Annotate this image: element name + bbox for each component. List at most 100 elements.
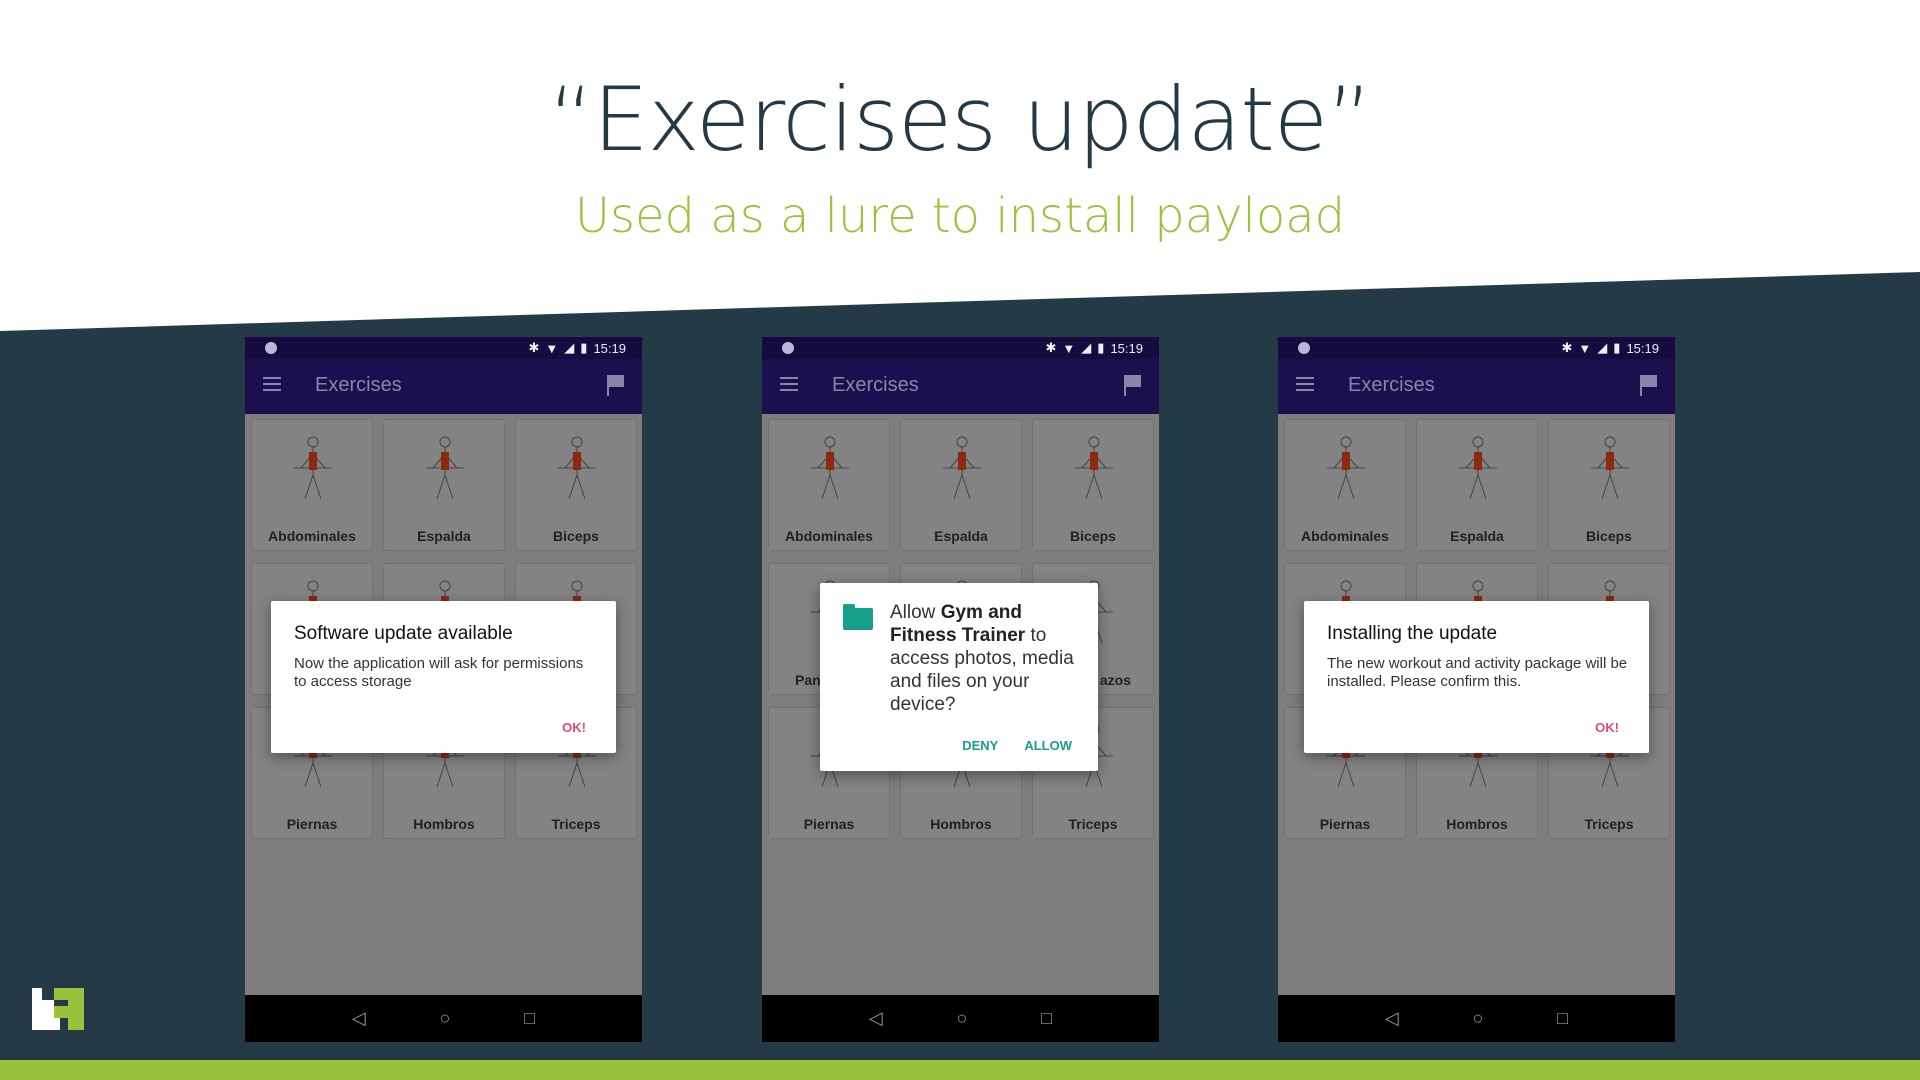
app-title: Exercises [1348, 374, 1435, 396]
exercise-tile-label: Piernas [1319, 816, 1371, 832]
notification-icon [265, 342, 277, 354]
exercise-tile-label: Piernas [803, 816, 855, 832]
exercise-illustration-icon [426, 436, 464, 500]
ad-flag-icon[interactable] [606, 373, 626, 397]
allow-button[interactable]: ALLOW [1024, 738, 1072, 753]
exercise-tile-label: Abdominales [785, 528, 873, 544]
bluetooth-icon: ✱ [1561, 340, 1573, 355]
exercise-tile-label: Hombros [413, 816, 475, 832]
bluetooth-icon: ✱ [1045, 340, 1057, 355]
ad-flag-icon[interactable] [1123, 373, 1143, 397]
home-icon[interactable]: ○ [1473, 1008, 1484, 1029]
phone-screenshot: ✱ ▼ ◢ ▮ 15:19 Exercises Abdominales Espalda Bi… [245, 337, 642, 1042]
exercise-tile[interactable]: Biceps [1548, 419, 1670, 551]
exercise-tile-label: Hombros [1446, 816, 1508, 832]
dialog-message: The new workout and activity package wil… [1327, 655, 1628, 690]
permission-text-pre: Allow [890, 602, 941, 623]
hamburger-menu-icon[interactable] [263, 377, 281, 391]
hamburger-menu-icon[interactable] [1296, 377, 1314, 391]
hamburger-menu-icon[interactable] [780, 377, 798, 391]
exercise-tile[interactable]: Espalda [383, 419, 505, 551]
bluetooth-icon: ✱ [528, 340, 540, 355]
green-footer-bar [0, 1060, 1920, 1080]
exercise-illustration-icon [1591, 436, 1629, 500]
back-icon[interactable]: ◁ [352, 1008, 366, 1029]
notification-icon [782, 342, 794, 354]
android-nav-bar: ◁ ○ □ [762, 995, 1159, 1042]
app-title: Exercises [315, 374, 402, 396]
folder-icon [843, 604, 873, 630]
dialog-title: Software update available [294, 623, 513, 644]
ok-button[interactable]: OK! [1595, 720, 1619, 735]
notification-icon [1298, 342, 1310, 354]
battery-icon: ▮ [1097, 340, 1105, 355]
exercise-illustration-icon [1075, 436, 1113, 500]
app-toolbar: Exercises [1278, 359, 1675, 414]
alert-dialog: Installing the update The new workout an… [1304, 601, 1649, 753]
exercise-tile[interactable]: Abdominales [251, 419, 373, 551]
exercise-tile-label: Biceps [1586, 528, 1632, 544]
home-icon[interactable]: ○ [440, 1008, 451, 1029]
exercise-tile-label: Triceps [1584, 816, 1634, 832]
back-icon[interactable]: ◁ [869, 1008, 883, 1029]
status-time: 15:19 [1626, 340, 1659, 356]
dialog-message: Now the application will ask for permiss… [294, 655, 584, 690]
wifi-icon: ▼ [545, 340, 559, 356]
android-nav-bar: ◁ ○ □ [1278, 995, 1675, 1042]
exercise-tile[interactable]: Espalda [1416, 419, 1538, 551]
status-bar: ✱ ▼ ◢ ▮ 15:19 [762, 337, 1159, 359]
status-bar: ✱ ▼ ◢ ▮ 15:19 [245, 337, 642, 359]
exercise-illustration-icon [1327, 436, 1365, 500]
exercise-tile-label: Biceps [553, 528, 599, 544]
exercise-illustration-icon [811, 436, 849, 500]
battery-icon: ▮ [1613, 340, 1621, 355]
app-toolbar: Exercises [245, 359, 642, 414]
exercise-tile-label: Triceps [551, 816, 601, 832]
signal-icon: ◢ [1597, 340, 1608, 355]
phone-screenshot: ✱ ▼ ◢ ▮ 15:19 Exercises Abdominales Espalda Bi… [762, 337, 1159, 1042]
deny-button[interactable]: DENY [962, 738, 998, 753]
home-icon[interactable]: ○ [957, 1008, 968, 1029]
slide-title: “Exercises update” [548, 68, 1372, 171]
wifi-icon: ▼ [1062, 340, 1076, 356]
status-time: 15:19 [593, 340, 626, 356]
signal-icon: ◢ [1081, 340, 1092, 355]
ok-button[interactable]: OK! [562, 720, 586, 735]
exercise-tile[interactable]: Abdominales [1284, 419, 1406, 551]
recents-icon[interactable]: □ [1557, 1008, 1568, 1029]
status-bar: ✱ ▼ ◢ ▮ 15:19 [1278, 337, 1675, 359]
ad-flag-icon[interactable] [1639, 373, 1659, 397]
company-logo [32, 988, 84, 1030]
app-toolbar: Exercises [762, 359, 1159, 414]
exercise-tile[interactable]: Abdominales [768, 419, 890, 551]
status-time: 15:19 [1110, 340, 1143, 356]
exercise-illustration-icon [558, 436, 596, 500]
slide-subtitle: Used as a lure to install payload [574, 188, 1346, 244]
exercise-tile-label: Abdominales [1301, 528, 1389, 544]
exercise-tile[interactable]: Biceps [515, 419, 637, 551]
exercise-tile-label: Espalda [1450, 528, 1504, 544]
recents-icon[interactable]: □ [1041, 1008, 1052, 1029]
exercise-tile-label: Triceps [1068, 816, 1118, 832]
alert-dialog: Software update available Now the applic… [271, 601, 616, 753]
signal-icon: ◢ [564, 340, 575, 355]
exercise-tile-label: Biceps [1070, 528, 1116, 544]
permission-message: Allow Gym and Fitness Trainer to access … [890, 601, 1086, 716]
exercise-tile[interactable]: Espalda [900, 419, 1022, 551]
dialog-title: Installing the update [1327, 623, 1498, 644]
permission-dialog: Allow Gym and Fitness Trainer to access … [820, 583, 1098, 771]
wifi-icon: ▼ [1578, 340, 1592, 356]
back-icon[interactable]: ◁ [1385, 1008, 1399, 1029]
exercise-tile[interactable]: Biceps [1032, 419, 1154, 551]
exercise-illustration-icon [294, 436, 332, 500]
recents-icon[interactable]: □ [524, 1008, 535, 1029]
app-title: Exercises [832, 374, 919, 396]
exercise-tile-label: Abdominales [268, 528, 356, 544]
battery-icon: ▮ [580, 340, 588, 355]
android-nav-bar: ◁ ○ □ [245, 995, 642, 1042]
phone-screenshot: ✱ ▼ ◢ ▮ 15:19 Exercises Abdominales Espalda Bi… [1278, 337, 1675, 1042]
exercise-tile-label: Espalda [934, 528, 988, 544]
exercise-illustration-icon [943, 436, 981, 500]
exercise-tile-label: Hombros [930, 816, 992, 832]
exercise-tile-label: Piernas [286, 816, 338, 832]
